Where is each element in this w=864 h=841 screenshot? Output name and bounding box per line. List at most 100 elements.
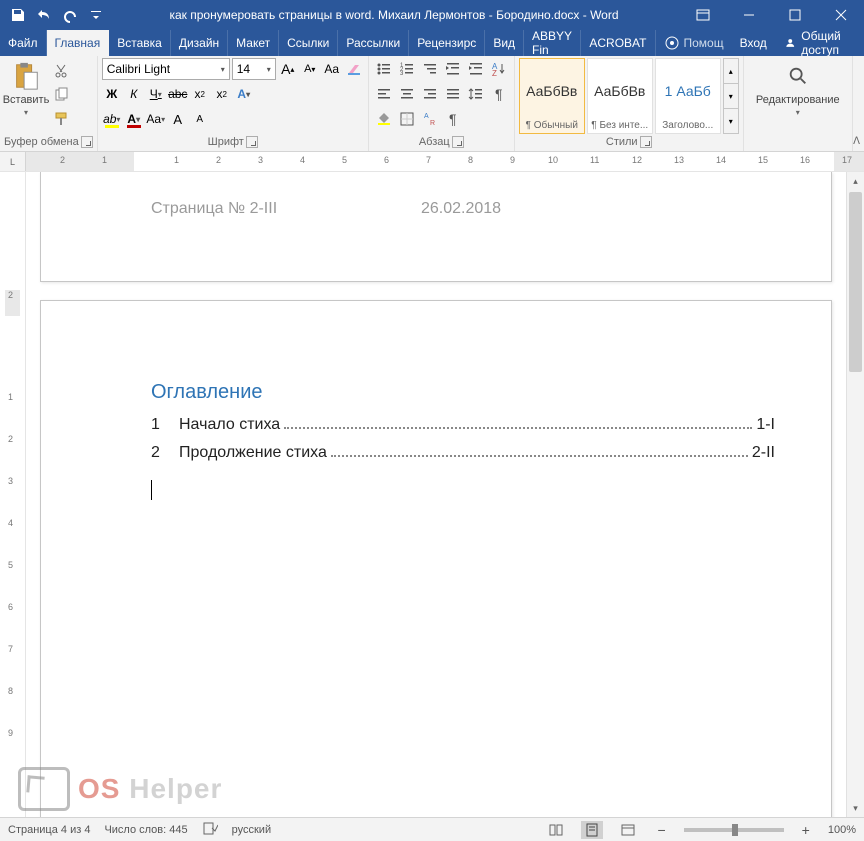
view-read-mode[interactable] bbox=[545, 821, 567, 839]
grow-font-button-2[interactable]: A bbox=[168, 108, 188, 130]
grow-font-button[interactable]: A▴ bbox=[278, 58, 298, 80]
format-painter-button[interactable] bbox=[50, 108, 72, 130]
paragraph-dialog-launcher[interactable] bbox=[452, 136, 464, 148]
shrink-font-button-2[interactable]: A bbox=[190, 108, 210, 130]
share-button[interactable]: Общий доступ bbox=[775, 30, 864, 56]
collapse-ribbon-button[interactable]: ᐱ bbox=[853, 136, 860, 147]
underline-button[interactable]: Ч▾ bbox=[146, 83, 166, 105]
tab-view[interactable]: Вид bbox=[485, 30, 524, 56]
status-language[interactable]: русский bbox=[232, 824, 271, 836]
qat-customize-button[interactable] bbox=[84, 3, 108, 27]
shading-button[interactable] bbox=[373, 108, 395, 130]
h-ruler[interactable]: 1 2 1 2 3 4 5 6 7 8 9 10 11 12 13 14 15 … bbox=[26, 152, 864, 171]
style-preview: АаБбВв bbox=[522, 61, 582, 120]
tab-abbyy[interactable]: ABBYY Fin bbox=[524, 30, 581, 56]
font-color-button[interactable]: A▾ bbox=[124, 108, 144, 130]
font-size-value: 14 bbox=[237, 62, 250, 76]
text-effects-button[interactable]: A▾ bbox=[234, 83, 254, 105]
font-dialog-launcher[interactable] bbox=[246, 136, 258, 148]
styles-scroll-down[interactable]: ▾ bbox=[724, 84, 738, 109]
style-no-spacing[interactable]: АаБбВв ¶ Без инте... bbox=[587, 58, 653, 134]
tell-me[interactable]: Помощ bbox=[656, 30, 732, 56]
tab-selector[interactable]: L bbox=[0, 152, 26, 171]
numbering-button[interactable]: 123 bbox=[396, 58, 418, 80]
styles-expand[interactable]: ▾ bbox=[724, 109, 738, 133]
align-left-button[interactable] bbox=[373, 83, 395, 105]
clear-formatting-button[interactable] bbox=[344, 58, 364, 80]
decrease-indent-button[interactable] bbox=[442, 58, 464, 80]
cut-button[interactable] bbox=[50, 60, 72, 82]
sort-button-2[interactable]: AR bbox=[419, 108, 441, 130]
tab-review[interactable]: Рецензирс bbox=[409, 30, 485, 56]
maximize-button[interactable] bbox=[772, 0, 818, 30]
style-heading1[interactable]: 1 АаБб Заголово... bbox=[655, 58, 721, 134]
paste-button[interactable]: Вставить ▾ bbox=[4, 58, 48, 119]
clipboard-dialog-launcher[interactable] bbox=[81, 136, 93, 148]
ribbon-options-button[interactable] bbox=[680, 0, 726, 30]
font-name-combo[interactable]: Calibri Light▾ bbox=[102, 58, 230, 80]
tab-mailings[interactable]: Рассылки bbox=[338, 30, 409, 56]
scroll-down-button[interactable]: ▾ bbox=[847, 799, 864, 817]
close-button[interactable] bbox=[818, 0, 864, 30]
tab-acrobat[interactable]: ACROBAT bbox=[581, 30, 655, 56]
group-editing: Редактирование ▾ bbox=[744, 56, 853, 151]
ruler-vertical[interactable]: 2 1 2 3 4 5 6 7 8 9 bbox=[0, 172, 26, 817]
change-case-button[interactable]: Aa bbox=[322, 58, 342, 80]
undo-button[interactable] bbox=[32, 3, 56, 27]
bullets-button[interactable] bbox=[373, 58, 395, 80]
pilcrow-button[interactable]: ¶ bbox=[442, 108, 464, 130]
scroll-thumb[interactable] bbox=[849, 192, 862, 372]
vertical-scrollbar[interactable]: ▴ ▾ bbox=[846, 172, 864, 817]
style-name: ¶ Без инте... bbox=[590, 120, 650, 131]
scroll-up-button[interactable]: ▴ bbox=[847, 172, 864, 190]
tab-layout[interactable]: Макет bbox=[228, 30, 279, 56]
borders-button[interactable] bbox=[396, 108, 418, 130]
tab-design[interactable]: Дизайн bbox=[171, 30, 228, 56]
multilevel-button[interactable] bbox=[419, 58, 441, 80]
style-normal[interactable]: АаБбВв ¶ Обычный bbox=[519, 58, 585, 134]
justify-button[interactable] bbox=[442, 83, 464, 105]
title-bar: как пронумеровать страницы в word. Михаи… bbox=[0, 0, 864, 30]
status-page[interactable]: Страница 4 из 4 bbox=[8, 824, 90, 836]
text-cursor bbox=[151, 480, 152, 500]
status-words[interactable]: Число слов: 445 bbox=[104, 824, 187, 836]
minimize-button[interactable] bbox=[726, 0, 772, 30]
increase-indent-button[interactable] bbox=[465, 58, 487, 80]
tab-references[interactable]: Ссылки bbox=[279, 30, 338, 56]
highlight-button[interactable]: ab▾ bbox=[102, 108, 122, 130]
change-case-button-2[interactable]: Aa▾ bbox=[146, 108, 166, 130]
document-scroll[interactable]: Страница № 2-III 26.02.2018 Оглавление 1… bbox=[26, 172, 846, 817]
styles-scroll-up[interactable]: ▴ bbox=[724, 59, 738, 84]
italic-button[interactable]: К bbox=[124, 83, 144, 105]
font-size-combo[interactable]: 14▾ bbox=[232, 58, 276, 80]
zoom-slider[interactable] bbox=[684, 828, 784, 832]
copy-button[interactable] bbox=[50, 84, 72, 106]
line-spacing-button[interactable] bbox=[465, 83, 487, 105]
superscript-button[interactable]: x2 bbox=[212, 83, 232, 105]
zoom-thumb[interactable] bbox=[732, 824, 738, 836]
toc-num: 1 bbox=[151, 416, 179, 434]
bold-button[interactable]: Ж bbox=[102, 83, 122, 105]
styles-dialog-launcher[interactable] bbox=[640, 136, 652, 148]
view-print-layout[interactable] bbox=[581, 821, 603, 839]
shrink-font-button[interactable]: A▾ bbox=[300, 58, 320, 80]
status-proofing-icon[interactable] bbox=[202, 820, 218, 839]
save-button[interactable] bbox=[6, 3, 30, 27]
page-current[interactable]: Оглавление 1 Начало стиха 1-I 2 Продолже… bbox=[40, 300, 832, 817]
show-marks-button[interactable]: ¶ bbox=[488, 83, 510, 105]
align-center-button[interactable] bbox=[396, 83, 418, 105]
tab-file[interactable]: Файл bbox=[0, 30, 47, 56]
redo-button[interactable] bbox=[58, 3, 82, 27]
strikethrough-button[interactable]: abc bbox=[168, 83, 188, 105]
editing-button[interactable]: Редактирование ▾ bbox=[748, 58, 848, 119]
view-web-layout[interactable] bbox=[617, 821, 639, 839]
tab-insert[interactable]: Вставка bbox=[109, 30, 171, 56]
zoom-level[interactable]: 100% bbox=[828, 824, 856, 836]
sign-in[interactable]: Вход bbox=[732, 30, 775, 56]
zoom-out-button[interactable]: − bbox=[653, 822, 669, 838]
zoom-in-button[interactable]: + bbox=[798, 822, 814, 838]
sort-button[interactable]: AZ bbox=[488, 58, 510, 80]
tab-home[interactable]: Главная bbox=[47, 30, 110, 56]
subscript-button[interactable]: x2 bbox=[190, 83, 210, 105]
align-right-button[interactable] bbox=[419, 83, 441, 105]
